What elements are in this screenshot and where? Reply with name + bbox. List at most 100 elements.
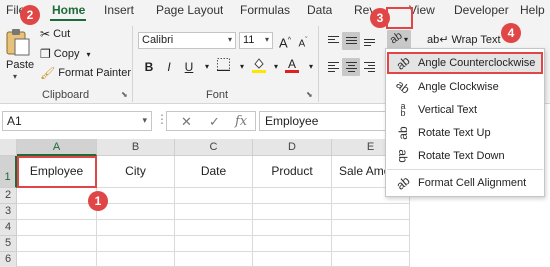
angle-ccw-icon: ab [393, 53, 413, 73]
align-left-button[interactable] [324, 58, 342, 76]
cell[interactable] [253, 236, 332, 252]
font-color-button[interactable]: A [283, 55, 301, 73]
formula-input[interactable]: Employee [259, 111, 389, 131]
cell[interactable] [97, 204, 175, 220]
cell[interactable] [253, 188, 332, 204]
align-center-icon [346, 62, 357, 74]
bottom-align-button[interactable] [360, 32, 378, 50]
borders-button[interactable] [214, 58, 232, 76]
wrap-text-button[interactable]: ab↵ Wrap Text [427, 34, 501, 46]
cell-a1[interactable]: Employee [17, 156, 97, 188]
menu-item-angle-counterclockwise[interactable]: ab Angle Counterclockwise [387, 52, 543, 74]
cell[interactable] [332, 252, 410, 267]
menu-item-format-cell-alignment[interactable]: ab Format Cell Alignment [387, 172, 543, 194]
menu-item-rotate-text-up[interactable]: ab Rotate Text Up [387, 122, 543, 144]
tab-data[interactable]: Data [307, 3, 332, 17]
cell[interactable] [175, 220, 253, 236]
select-all-corner[interactable] [0, 139, 17, 156]
cell-c1[interactable]: Date [175, 156, 253, 188]
cell[interactable] [332, 204, 410, 220]
font-dialog-launcher-icon[interactable]: ⬊ [306, 90, 313, 99]
cell[interactable] [175, 236, 253, 252]
shrink-font-button[interactable]: Aˇ [294, 32, 312, 50]
tab-formulas[interactable]: Formulas [240, 3, 290, 17]
menu-item-angle-clockwise[interactable]: ab Angle Clockwise [387, 76, 543, 98]
cell[interactable] [175, 252, 253, 267]
top-align-button[interactable] [324, 32, 342, 50]
cell[interactable] [97, 220, 175, 236]
cell[interactable] [175, 204, 253, 220]
cell[interactable] [97, 236, 175, 252]
borders-dropdown-icon[interactable]: ▾ [233, 58, 251, 76]
paste-button[interactable]: Paste [6, 59, 34, 71]
orientation-icon: ab [387, 29, 405, 47]
italic-button[interactable]: I [160, 58, 178, 76]
tab-insert[interactable]: Insert [104, 3, 134, 17]
cell[interactable] [175, 188, 253, 204]
insert-function-button[interactable]: fx [235, 114, 247, 129]
cell[interactable] [17, 188, 97, 204]
column-header-b[interactable]: B [97, 139, 175, 156]
column-header-d[interactable]: D [253, 139, 332, 156]
cell[interactable] [253, 252, 332, 267]
cut-button[interactable]: ✂ Cut [40, 28, 70, 40]
grow-font-icon: A [279, 35, 288, 51]
clipboard-group-label: Clipboard [42, 89, 90, 101]
row-header-4[interactable]: 4 [0, 220, 17, 236]
tab-page-layout[interactable]: Page Layout [156, 3, 223, 17]
clipboard-dialog-launcher-icon[interactable]: ⬊ [121, 90, 128, 99]
column-header-c[interactable]: C [175, 139, 253, 156]
name-box[interactable]: A1 ▾ [2, 111, 152, 131]
middle-align-button[interactable] [342, 32, 360, 50]
format-alignment-icon: ab [393, 173, 413, 193]
cell[interactable] [17, 220, 97, 236]
align-center-button[interactable] [342, 58, 360, 76]
menu-item-rotate-text-down[interactable]: ab Rotate Text Down [387, 145, 543, 167]
cell[interactable] [332, 220, 410, 236]
align-left-icon [328, 62, 339, 74]
format-painter-button[interactable]: 🖌 Format Painter [40, 67, 131, 79]
bold-button[interactable]: B [140, 58, 158, 76]
menu-item-vertical-text[interactable]: ab Vertical Text [387, 99, 543, 121]
cell-b1[interactable]: City [97, 156, 175, 188]
fill-color-button[interactable] [250, 57, 268, 75]
row-header-3[interactable]: 3 [0, 204, 17, 220]
copy-button[interactable]: ❐ Copy ▾ [40, 48, 90, 60]
cell-d1[interactable]: Product [253, 156, 332, 188]
cell[interactable] [97, 252, 175, 267]
copy-dropdown-icon: ▾ [86, 49, 91, 59]
menu-item-label: Format Cell Alignment [418, 177, 527, 189]
tab-developer[interactable]: Developer [454, 3, 509, 17]
tab-help[interactable]: Help [520, 3, 545, 17]
cell[interactable] [253, 204, 332, 220]
paste-dropdown-icon[interactable]: ▾ [13, 72, 17, 81]
row-header-1[interactable]: 1 [0, 156, 17, 188]
cell[interactable] [253, 220, 332, 236]
font-name-select[interactable]: Calibri ▾ [138, 32, 236, 49]
cancel-icon[interactable]: ✕ [181, 114, 192, 130]
row-header-6[interactable]: 6 [0, 252, 17, 267]
row-header-2[interactable]: 2 [0, 188, 17, 204]
cell[interactable] [17, 204, 97, 220]
orientation-button[interactable]: ab ▾ [387, 30, 411, 50]
tab-home[interactable]: Home [52, 3, 85, 17]
column-header-a[interactable]: A [17, 139, 97, 156]
tab-view[interactable]: View [409, 3, 435, 17]
cell[interactable] [332, 236, 410, 252]
align-right-button[interactable] [360, 58, 378, 76]
underline-button[interactable]: U [180, 58, 198, 76]
chevron-down-icon: ▾ [404, 35, 409, 44]
cell[interactable] [97, 188, 175, 204]
orientation-menu: ab Angle Counterclockwise ab Angle Clock… [385, 48, 545, 197]
enter-icon[interactable]: ✓ [209, 114, 220, 130]
paste-icon[interactable] [5, 28, 31, 56]
cell[interactable] [17, 236, 97, 252]
font-size-select[interactable]: 11 ▾ [239, 32, 273, 49]
menu-divider [387, 169, 543, 170]
grow-font-button[interactable]: A^ [276, 32, 294, 50]
rotate-down-icon: ab [396, 149, 410, 163]
cell[interactable] [17, 252, 97, 267]
callout-badge-4: 4 [501, 23, 521, 43]
formula-value: Employee [265, 114, 319, 128]
row-header-5[interactable]: 5 [0, 236, 17, 252]
